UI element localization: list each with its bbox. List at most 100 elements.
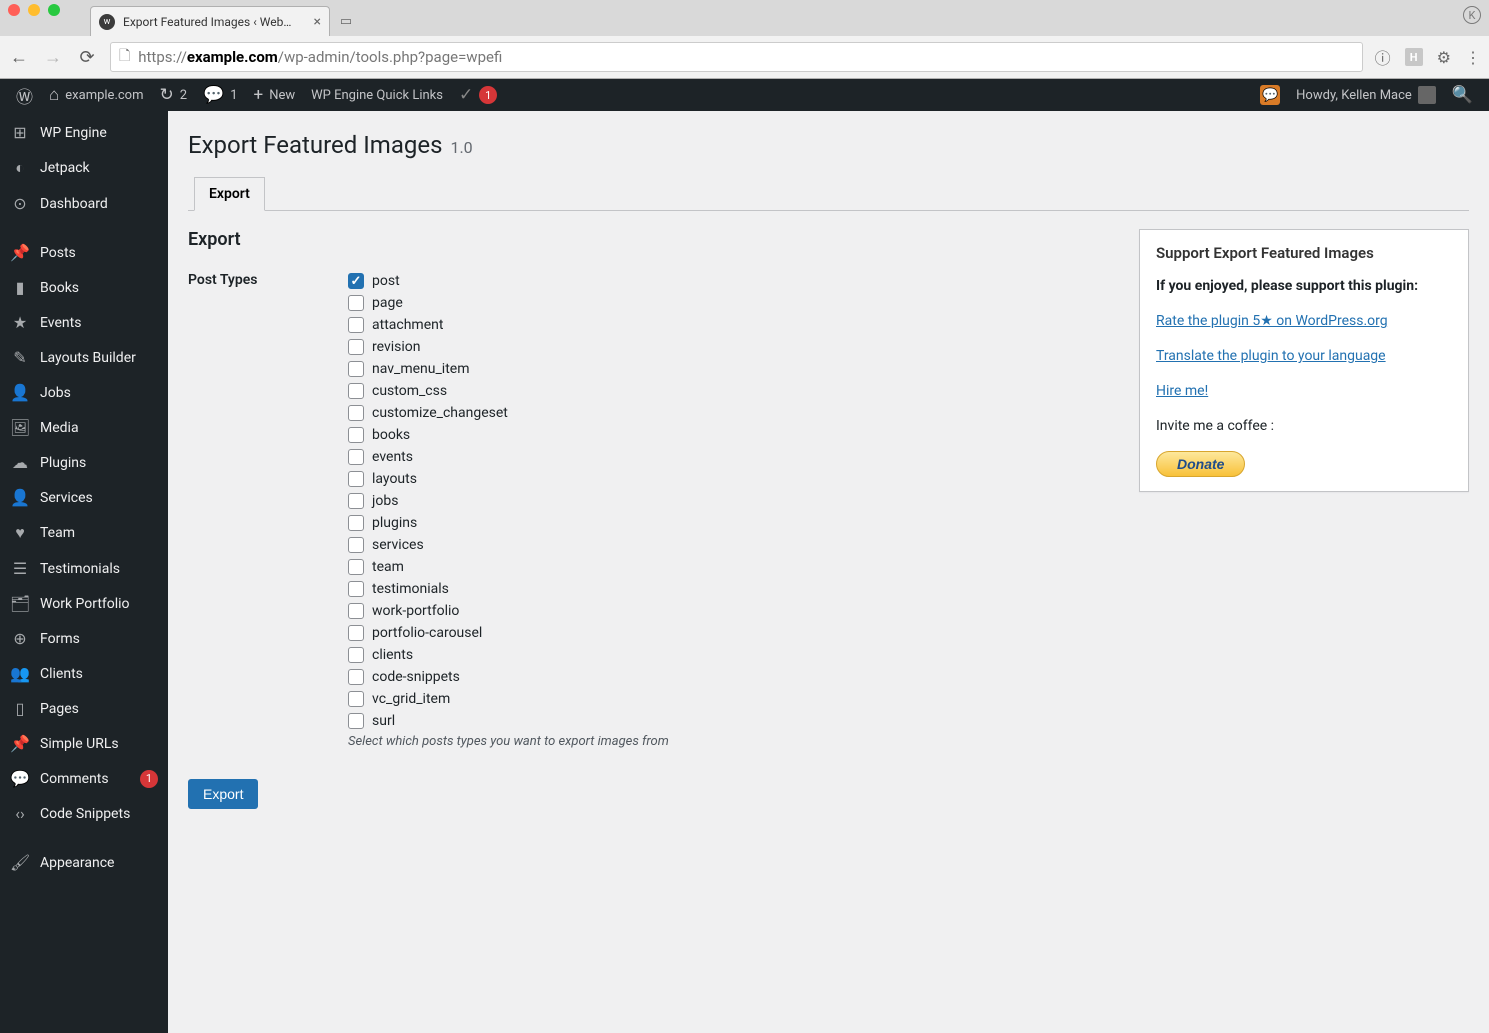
sidebar-item-events[interactable]: ★ Events — [0, 305, 168, 340]
sidebar-item-wp-engine[interactable]: ⊞WP Engine — [0, 115, 168, 150]
window-minimize-button[interactable] — [28, 4, 40, 16]
new-tab-button[interactable]: ▭ — [334, 9, 358, 33]
menu-icon: ★ — [10, 313, 30, 332]
checkbox-custom_css[interactable] — [348, 383, 364, 399]
ab-search[interactable]: 🔍 — [1444, 85, 1481, 105]
tab-close-icon[interactable]: × — [314, 14, 321, 30]
window-maximize-button[interactable] — [48, 4, 60, 16]
ab-site-name[interactable]: ⌂example.com — [41, 79, 152, 111]
browser-profile-badge[interactable]: K — [1463, 6, 1481, 24]
checkbox-page[interactable] — [348, 295, 364, 311]
checkbox-testimonials[interactable] — [348, 581, 364, 597]
sidebar-item-posts[interactable]: 📌Posts — [0, 235, 168, 270]
sidebar-item-books[interactable]: ▮Books — [0, 270, 168, 305]
tab-export[interactable]: Export — [194, 177, 265, 211]
link-hire-me[interactable]: Hire me! — [1156, 383, 1208, 399]
sidebar-item-pages[interactable]: ▯Pages — [0, 691, 168, 726]
post-types-label: Post Types — [188, 270, 348, 749]
post-type-row-nav_menu_item: nav_menu_item — [348, 358, 1117, 380]
sidebar-item-dashboard[interactable]: ⊙Dashboard — [0, 186, 168, 221]
forward-button[interactable]: → — [42, 47, 64, 68]
link-translate-plugin[interactable]: Translate the plugin to your language — [1156, 348, 1386, 364]
checkbox-vc_grid_item[interactable] — [348, 691, 364, 707]
sidebar-item-label: Events — [40, 315, 158, 331]
checkbox-portfolio-carousel[interactable] — [348, 625, 364, 641]
checkbox-services[interactable] — [348, 537, 364, 553]
settings-gear-icon[interactable]: ⚙ — [1437, 48, 1451, 67]
sidebar-item-simple-urls[interactable]: 📌 Simple URLs — [0, 726, 168, 761]
checkbox-plugins[interactable] — [348, 515, 364, 531]
ab-new[interactable]: +New — [246, 79, 304, 111]
post-type-label: portfolio-carousel — [372, 622, 482, 644]
sidebar-item-layouts-builder[interactable]: ✎Layouts Builder — [0, 340, 168, 375]
ab-comments[interactable]: 💬1 — [195, 79, 245, 111]
checkbox-layouts[interactable] — [348, 471, 364, 487]
checkbox-attachment[interactable] — [348, 317, 364, 333]
checkbox-code-snippets[interactable] — [348, 669, 364, 685]
sidebar-item-clients[interactable]: 👥Clients — [0, 656, 168, 691]
menu-icon: ▯ — [10, 699, 30, 718]
sidebar-item-jobs[interactable]: 👤Jobs — [0, 375, 168, 410]
sidebar-item-work-portfolio[interactable]: 🗂Work Portfolio — [0, 586, 168, 621]
browser-tab-active[interactable]: w Export Featured Images ‹ Web… × — [90, 6, 330, 36]
sidebar-item-team[interactable]: ♥Team — [0, 515, 168, 551]
sidebar-item-comments[interactable]: 💬Comments1 — [0, 761, 168, 796]
browser-chrome: w Export Featured Images ‹ Web… × ▭ ← → … — [0, 0, 1489, 79]
post-type-label: code-snippets — [372, 666, 460, 688]
ab-updates[interactable]: ↻2 — [152, 79, 196, 111]
sidebar-item-jetpack[interactable]: ◐Jetpack — [0, 150, 168, 186]
sidebar-item-forms[interactable]: ⊕Forms — [0, 621, 168, 656]
ab-updates-count: 2 — [180, 88, 187, 103]
info-icon[interactable]: ⓘ — [1375, 45, 1391, 69]
sidebar-item-appearance[interactable]: 🖌Appearance — [0, 845, 168, 880]
window-close-button[interactable] — [8, 4, 20, 16]
checkbox-post[interactable] — [348, 273, 364, 289]
reload-button[interactable]: ⟳ — [76, 47, 98, 68]
post-type-row-customize_changeset: customize_changeset — [348, 402, 1117, 424]
checkbox-work-portfolio[interactable] — [348, 603, 364, 619]
url-bar[interactable]: 🗋 https://example.com/wp-admin/tools.php… — [110, 42, 1363, 72]
main-column: Export Post Types postpageattachmentrevi… — [188, 229, 1117, 809]
sidebar-item-label: Services — [40, 490, 158, 506]
checkbox-surl[interactable] — [348, 713, 364, 729]
extension-h-icon[interactable]: H — [1405, 48, 1423, 66]
page-title-text: Export Featured Images — [188, 131, 442, 159]
checkbox-customize_changeset[interactable] — [348, 405, 364, 421]
post-type-label: services — [372, 534, 424, 556]
browser-menu-icon[interactable]: ⋮ — [1465, 48, 1481, 67]
sidebar-item-plugins[interactable]: ☁Plugins — [0, 445, 168, 480]
sidebar-item-label: Team — [40, 525, 158, 541]
post-type-label: testimonials — [372, 578, 449, 600]
checkbox-events[interactable] — [348, 449, 364, 465]
menu-icon: 📌 — [10, 734, 30, 753]
window-controls — [8, 4, 60, 16]
checkbox-books[interactable] — [348, 427, 364, 443]
plus-icon: + — [254, 85, 264, 105]
ab-my-account[interactable]: Howdy, Kellen Mace — [1288, 86, 1444, 104]
checkbox-jobs[interactable] — [348, 493, 364, 509]
ab-quicklinks[interactable]: WP Engine Quick Links — [303, 79, 451, 111]
menu-icon: ⊙ — [10, 194, 30, 213]
sidebar-item-testimonials[interactable]: ☰Testimonials — [0, 551, 168, 586]
export-button[interactable]: Export — [188, 779, 258, 809]
checkbox-team[interactable] — [348, 559, 364, 575]
back-button[interactable]: ← — [8, 47, 30, 68]
tab-strip: w Export Featured Images ‹ Web… × ▭ — [0, 0, 1489, 36]
sidebar-item-code-snippets[interactable]: ‹›Code Snippets — [0, 796, 168, 831]
ab-notification[interactable]: 💬 — [1252, 85, 1288, 105]
sidebar-item-label: Simple URLs — [40, 736, 158, 752]
checkbox-nav_menu_item[interactable] — [348, 361, 364, 377]
sidebar-item-services[interactable]: 👤Services — [0, 480, 168, 515]
donate-button[interactable]: Donate — [1156, 451, 1245, 477]
post-type-row-layouts: layouts — [348, 468, 1117, 490]
menu-badge: 1 — [140, 770, 158, 788]
checkbox-clients[interactable] — [348, 647, 364, 663]
sidebar-item-media[interactable]: 🖼Media — [0, 410, 168, 445]
ab-wp-logo[interactable]: Ⓦ — [8, 79, 41, 111]
form-table: Post Types postpageattachmentrevisionnav… — [188, 270, 1117, 749]
page-info-icon[interactable]: 🗋 — [119, 45, 130, 69]
ab-yoast[interactable]: ✓1 — [451, 79, 505, 111]
checkbox-revision[interactable] — [348, 339, 364, 355]
link-rate-plugin[interactable]: Rate the plugin 5★ on WordPress.org — [1156, 313, 1388, 329]
post-type-label: books — [372, 424, 410, 446]
